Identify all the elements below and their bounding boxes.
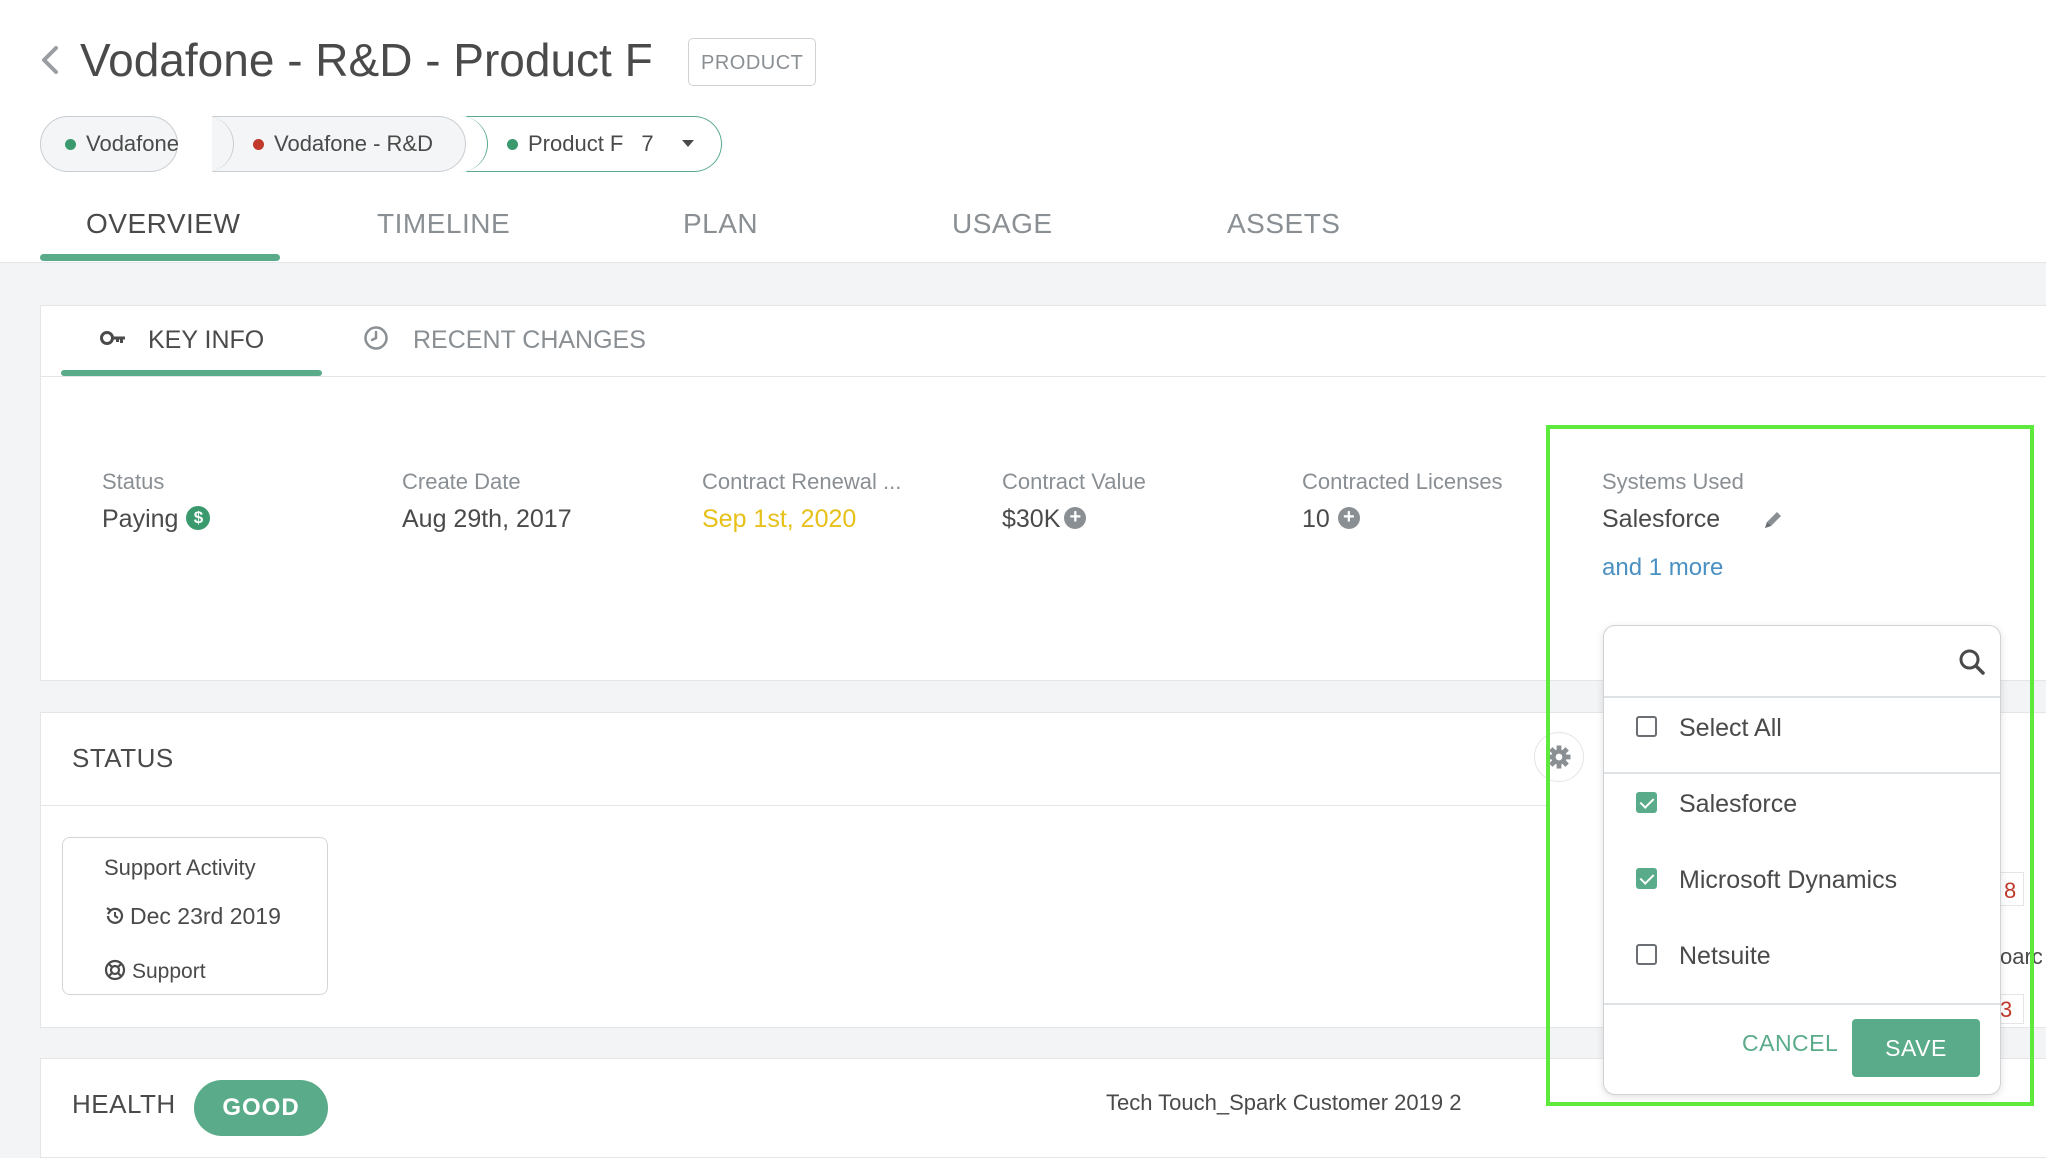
option-microsoft-dynamics[interactable]: Microsoft Dynamics xyxy=(1636,866,1897,906)
contract-value-value: $30K + xyxy=(1002,505,1087,534)
contract-renewal-label: Contract Renewal ... xyxy=(702,469,902,494)
activity-type-text: Support xyxy=(132,960,206,983)
activity-type: Support xyxy=(104,960,206,984)
plus-circle-icon[interactable]: + xyxy=(1064,507,1087,530)
contracted-licenses-text: 10 xyxy=(1302,505,1330,533)
lifebuoy-icon xyxy=(104,960,126,981)
divider xyxy=(1604,772,2000,774)
search-input[interactable] xyxy=(1620,640,1934,684)
health-badge: GOOD xyxy=(194,1080,328,1136)
divider xyxy=(40,805,1546,806)
breadcrumb-label: Product F xyxy=(528,131,624,156)
key-icon xyxy=(100,331,125,346)
caret-down-icon[interactable] xyxy=(681,139,694,147)
dollar-icon: $ xyxy=(186,506,211,531)
option-label: Salesforce xyxy=(1679,790,1798,818)
hidden-value: 3 xyxy=(2000,997,2013,1022)
subtab-label: KEY INFO xyxy=(148,326,265,354)
history-icon xyxy=(106,907,124,924)
systems-used-label: Systems Used xyxy=(1602,469,1744,494)
divider xyxy=(1604,696,2000,698)
save-button[interactable]: SAVE xyxy=(1852,1019,1980,1077)
clock-icon xyxy=(364,326,388,351)
breadcrumb-count: 7 xyxy=(641,131,654,156)
select-all-checkbox[interactable] xyxy=(1636,716,1657,737)
systems-more-link[interactable]: and 1 more xyxy=(1602,554,1723,582)
pencil-icon[interactable] xyxy=(1762,509,1784,531)
subtab-label: RECENT CHANGES xyxy=(413,326,646,354)
systems-used-value: Salesforce xyxy=(1602,505,1721,533)
salesforce-checkbox[interactable] xyxy=(1636,792,1657,813)
create-date-value: Aug 29th, 2017 xyxy=(402,505,572,533)
status-value: Paying $ xyxy=(102,505,211,534)
breadcrumb-division[interactable]: Vodafone - R&D xyxy=(212,116,466,172)
tab-assets[interactable]: ASSETS xyxy=(1227,208,1340,240)
activity-date: Dec 23rd 2019 xyxy=(104,903,281,930)
tab-plan[interactable]: PLAN xyxy=(683,208,758,240)
gear-icon[interactable] xyxy=(1534,732,1584,782)
option-salesforce[interactable]: Salesforce xyxy=(1636,790,1797,830)
option-label: Microsoft Dynamics xyxy=(1679,866,1898,894)
contract-value-label: Contract Value xyxy=(1002,469,1146,494)
option-netsuite[interactable]: Netsuite xyxy=(1636,942,1771,982)
status-dot xyxy=(253,138,264,150)
contracted-licenses-value: 10 + xyxy=(1302,505,1360,534)
create-date-label: Create Date xyxy=(402,469,521,494)
dropdown-search xyxy=(1604,626,2000,696)
tab-overview[interactable]: OVERVIEW xyxy=(86,208,240,240)
status-label: Status xyxy=(102,469,165,494)
hidden-value: 8 xyxy=(2004,878,2017,903)
subtab-key-info[interactable]: KEY INFO xyxy=(100,326,264,355)
plus-circle-icon[interactable]: + xyxy=(1337,507,1360,530)
activity-title: Support Activity xyxy=(104,855,256,880)
type-badge: PRODUCT xyxy=(688,38,817,86)
option-label: Netsuite xyxy=(1679,942,1771,970)
contract-renewal-value: Sep 1st, 2020 xyxy=(702,505,857,533)
activity-date-text: Dec 23rd 2019 xyxy=(130,903,281,929)
program-name: Tech Touch_Spark Customer 2019 2 xyxy=(1106,1090,1462,1115)
health-section-title: HEALTH xyxy=(72,1089,176,1119)
divider xyxy=(40,376,2046,377)
back-chevron-icon[interactable] xyxy=(38,40,62,80)
status-section-title: STATUS xyxy=(72,743,174,773)
tab-timeline[interactable]: TIMELINE xyxy=(377,208,510,240)
page-title: Vodafone - R&D - Product F xyxy=(80,34,653,86)
active-tab-indicator xyxy=(40,254,280,261)
contracted-licenses-label: Contracted Licenses xyxy=(1302,469,1503,494)
select-all-option[interactable]: Select All xyxy=(1636,714,1782,754)
divider xyxy=(1604,1003,2000,1005)
option-label: Select All xyxy=(1679,714,1782,742)
breadcrumb-label: Vodafone - R&D xyxy=(274,131,433,156)
status-dot xyxy=(507,138,518,150)
contract-value-text: $30K xyxy=(1002,505,1061,533)
status-text: Paying xyxy=(102,505,179,533)
breadcrumb-label: Vodafone xyxy=(86,131,179,156)
search-icon[interactable] xyxy=(1958,648,1986,676)
microsoft-dynamics-checkbox[interactable] xyxy=(1636,868,1657,889)
netsuite-checkbox[interactable] xyxy=(1636,944,1657,965)
breadcrumb-product[interactable]: Product F 7 xyxy=(466,116,722,172)
cancel-button[interactable]: CANCEL xyxy=(1742,1030,1838,1057)
hidden-label: oarc xyxy=(2000,944,2043,969)
breadcrumb-company[interactable]: Vodafone xyxy=(40,116,179,172)
subtab-recent-changes[interactable]: RECENT CHANGES xyxy=(363,326,646,355)
tab-usage[interactable]: USAGE xyxy=(952,208,1053,240)
status-dot xyxy=(65,138,76,150)
